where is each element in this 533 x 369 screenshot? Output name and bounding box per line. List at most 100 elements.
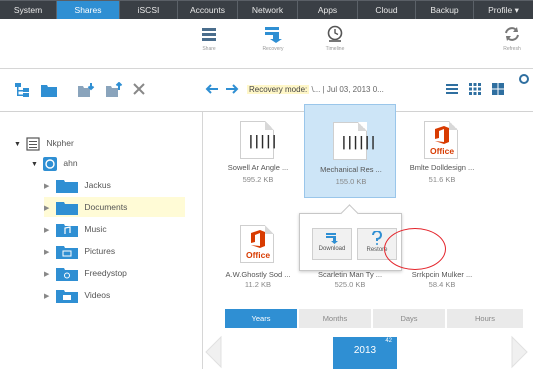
share-button[interactable]: Share — [189, 23, 229, 65]
settings-icon[interactable] — [518, 73, 530, 85]
expand-icon[interactable]: ▶ — [44, 243, 54, 263]
folder-tree: ▼ Nkpher ▼ ahn ▶ Jackus ▶ Documents ▶ Mu… — [0, 112, 203, 369]
breadcrumb[interactable]: Recovery mode: \... | Jul 03, 2013 0... — [247, 82, 429, 98]
pictures-folder-icon — [56, 246, 79, 260]
timeline-year-badge: 42 — [385, 338, 392, 344]
breadcrumb-path: \... | Jul 03, 2013 0... — [309, 85, 384, 94]
tab-shares[interactable]: Shares — [57, 1, 120, 19]
file-item[interactable]: Office Bmlte Dolldesign ... 51.6 KB — [397, 107, 487, 197]
file-item[interactable]: Office A.W.Ghostly Sod ... 11.2 KB — [213, 211, 303, 301]
recovery-mode-label: Recovery mode: — [247, 85, 310, 94]
file-item[interactable]: ||||| Sowell Ar Angle ... 595.2 KB — [213, 107, 303, 197]
tree-folder-label: Freedystop — [84, 268, 127, 278]
expand-icon[interactable]: ▶ — [44, 221, 54, 241]
refresh-button[interactable]: Refresh — [492, 23, 532, 65]
music-folder-icon — [56, 224, 79, 238]
tab-network[interactable]: Network — [238, 1, 298, 19]
timeline-label: Timeline — [325, 46, 345, 52]
file-name: Scarletin Man Ty ... — [317, 270, 383, 279]
video-folder-icon — [56, 290, 79, 304]
recovery-icon — [265, 27, 282, 43]
server-icon — [26, 137, 40, 151]
expand-icon[interactable]: ▶ — [44, 199, 54, 219]
file-name: Bmlte Dolldesign ... — [409, 163, 475, 172]
recovery-label: Recovery — [262, 46, 284, 52]
timeline-prev-icon[interactable] — [203, 335, 223, 369]
restore-icon — [372, 231, 382, 245]
timeline-year-label: 2013 — [353, 345, 377, 356]
office-document-icon: Office — [424, 121, 458, 159]
top-nav: System Shares iSCSI Accounts Network App… — [0, 0, 533, 19]
tree-root-label: Nkpher — [46, 138, 74, 148]
document-icon: |||||| — [333, 122, 377, 160]
download-icon — [326, 233, 338, 244]
file-size: 51.6 KB — [428, 175, 456, 184]
grid-view-icon[interactable] — [491, 82, 505, 96]
tree-folder-label: Videos — [84, 290, 111, 300]
tree-folder-jackus[interactable]: ▶ Jackus — [44, 175, 111, 195]
tree-folder-freedystop[interactable]: ▶ Freedystop — [44, 263, 127, 283]
tab-iscsi[interactable]: iSCSI — [120, 1, 178, 19]
file-item-selected[interactable]: |||||| Mechanical Res ... 155.0 KB — [304, 104, 396, 198]
expand-icon[interactable]: ▼ — [14, 135, 24, 155]
download-button[interactable]: Download — [312, 228, 352, 260]
file-name: Sowell Ar Angle ... — [227, 163, 289, 172]
office-logo-icon — [435, 126, 449, 144]
download-folder-icon[interactable] — [77, 82, 95, 98]
detail-view-icon[interactable] — [468, 82, 482, 96]
file-name: A.W.Ghostly Sod ... — [225, 270, 291, 279]
barcode-icon: ||||| — [247, 134, 278, 149]
timeline-year[interactable]: 2013 42 — [333, 337, 397, 369]
document-icon: ||||| — [240, 121, 278, 159]
file-size: 155.0 KB — [335, 177, 367, 186]
tree-root[interactable]: ▼ Nkpher — [14, 133, 74, 153]
list-view-icon[interactable] — [445, 82, 459, 96]
tab-accounts[interactable]: Accounts — [178, 1, 238, 19]
tab-cloud[interactable]: Cloud — [358, 1, 416, 19]
tree-folder-pictures[interactable]: ▶ Pictures — [44, 241, 115, 261]
timeline-button[interactable]: Timeline — [315, 23, 355, 65]
tab-apps[interactable]: Apps — [298, 1, 358, 19]
tree-view-icon[interactable] — [14, 82, 30, 98]
recovery-button[interactable]: Recovery — [253, 23, 293, 65]
folder-icon — [56, 180, 79, 194]
tree-folder-label: Documents — [84, 202, 128, 212]
tab-days[interactable]: Days — [373, 309, 446, 328]
tab-backup[interactable]: Backup — [416, 1, 474, 19]
delete-icon[interactable] — [132, 82, 146, 96]
share-label: Share — [202, 46, 216, 52]
upload-folder-icon[interactable] — [105, 82, 123, 98]
expand-icon[interactable]: ▶ — [44, 177, 54, 197]
user-icon — [43, 156, 58, 171]
tree-folder-documents[interactable]: ▶ Documents — [44, 197, 185, 217]
file-size: 58.4 KB — [428, 280, 456, 289]
tree-user[interactable]: ▼ ahn — [31, 153, 78, 173]
share-icon — [202, 28, 216, 41]
expand-icon[interactable]: ▶ — [44, 287, 54, 307]
office-document-icon: Office — [240, 225, 274, 263]
new-folder-icon[interactable] — [40, 82, 58, 98]
folder-icon — [56, 202, 79, 216]
office-word: Office — [429, 146, 455, 156]
tab-years[interactable]: Years — [225, 309, 298, 328]
expand-icon[interactable]: ▶ — [44, 265, 54, 285]
action-bar: Recovery mode: \... | Jul 03, 2013 0... — [0, 70, 533, 112]
tree-folder-music[interactable]: ▶ Music — [44, 219, 107, 239]
file-size: 11.2 KB — [244, 280, 272, 289]
timeline-tabs: Years Months Days Hours — [225, 309, 524, 328]
back-arrow-icon[interactable] — [205, 82, 219, 96]
forward-arrow-icon[interactable] — [225, 82, 239, 96]
tab-hours[interactable]: Hours — [447, 309, 524, 328]
tree-folder-videos[interactable]: ▶ Videos — [44, 285, 110, 305]
tab-profile[interactable]: Profile ▾ — [474, 1, 533, 19]
refresh-label: Refresh — [503, 46, 521, 52]
download-label: Download — [318, 246, 346, 252]
tree-folder-label: Music — [84, 224, 107, 234]
tree-folder-label: Jackus — [84, 180, 111, 190]
tab-months[interactable]: Months — [299, 309, 372, 328]
file-name: Mechanical Res ... — [320, 165, 382, 174]
sync-folder-icon — [56, 268, 79, 282]
timeline-next-icon[interactable] — [510, 335, 530, 369]
expand-icon[interactable]: ▼ — [31, 155, 41, 175]
tab-system[interactable]: System — [0, 1, 57, 19]
